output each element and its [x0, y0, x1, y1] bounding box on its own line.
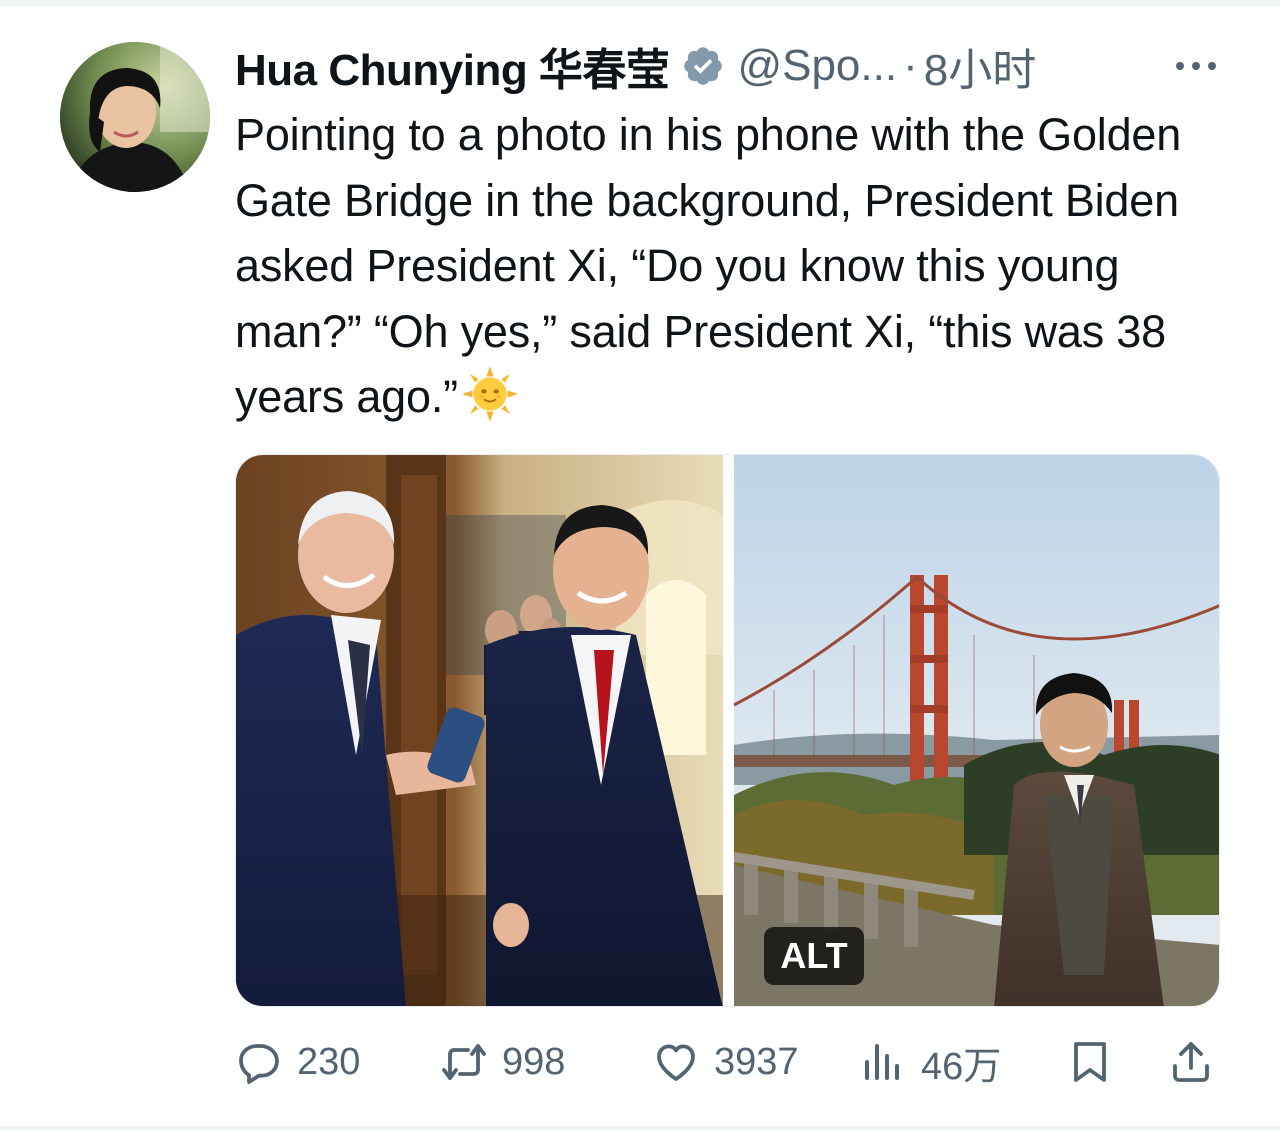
- bookmark-button[interactable]: [1066, 1032, 1114, 1092]
- photo-left[interactable]: [236, 455, 723, 1006]
- tweet-body: Pointing to a photo in his phone with th…: [235, 102, 1220, 430]
- tweet-header: Hua Chunying 华春莹 @Spo... · 8小时: [235, 36, 1220, 96]
- like-icon: [657, 1044, 695, 1081]
- tweet-text: Pointing to a photo in his phone with th…: [235, 109, 1182, 422]
- tweet-card[interactable]: Hua Chunying 华春莹 @Spo... · 8小时 Pointing …: [0, 0, 1280, 1130]
- repost-icon: [442, 1044, 486, 1080]
- share-button[interactable]: [1167, 1032, 1215, 1092]
- repost-count: 998: [502, 1040, 566, 1083]
- media-grid: ALT: [235, 454, 1220, 1007]
- tweet-timestamp[interactable]: 8小时: [924, 34, 1036, 98]
- bookmark-icon: [1074, 1042, 1106, 1082]
- separator-dot: ·: [903, 41, 918, 90]
- verified-badge-icon[interactable]: [681, 44, 725, 88]
- photo-right[interactable]: [734, 455, 1219, 1006]
- bottom-divider: [0, 1126, 1280, 1130]
- more-icon[interactable]: [1172, 46, 1220, 86]
- author-display-name[interactable]: Hua Chunying 华春莹: [235, 34, 670, 98]
- views-button[interactable]: 46万: [859, 1032, 1001, 1092]
- reply-icon: [239, 1044, 279, 1084]
- reply-count: 230: [297, 1040, 361, 1083]
- alt-badge[interactable]: ALT: [764, 927, 864, 985]
- author-handle[interactable]: @Spo...: [737, 41, 897, 91]
- top-divider: [0, 0, 1280, 6]
- view-count: 46万: [921, 1045, 1002, 1088]
- action-bar: 230 998 3937 46万: [235, 1032, 1220, 1092]
- share-icon: [1173, 1042, 1209, 1082]
- views-icon: [865, 1044, 899, 1080]
- sun-with-face-icon: [461, 366, 518, 422]
- like-count: 3937: [714, 1040, 799, 1083]
- reply-button[interactable]: 230: [235, 1032, 360, 1092]
- repost-button[interactable]: 998: [440, 1032, 565, 1092]
- avatar[interactable]: [60, 42, 210, 192]
- like-button[interactable]: 3937: [652, 1032, 799, 1092]
